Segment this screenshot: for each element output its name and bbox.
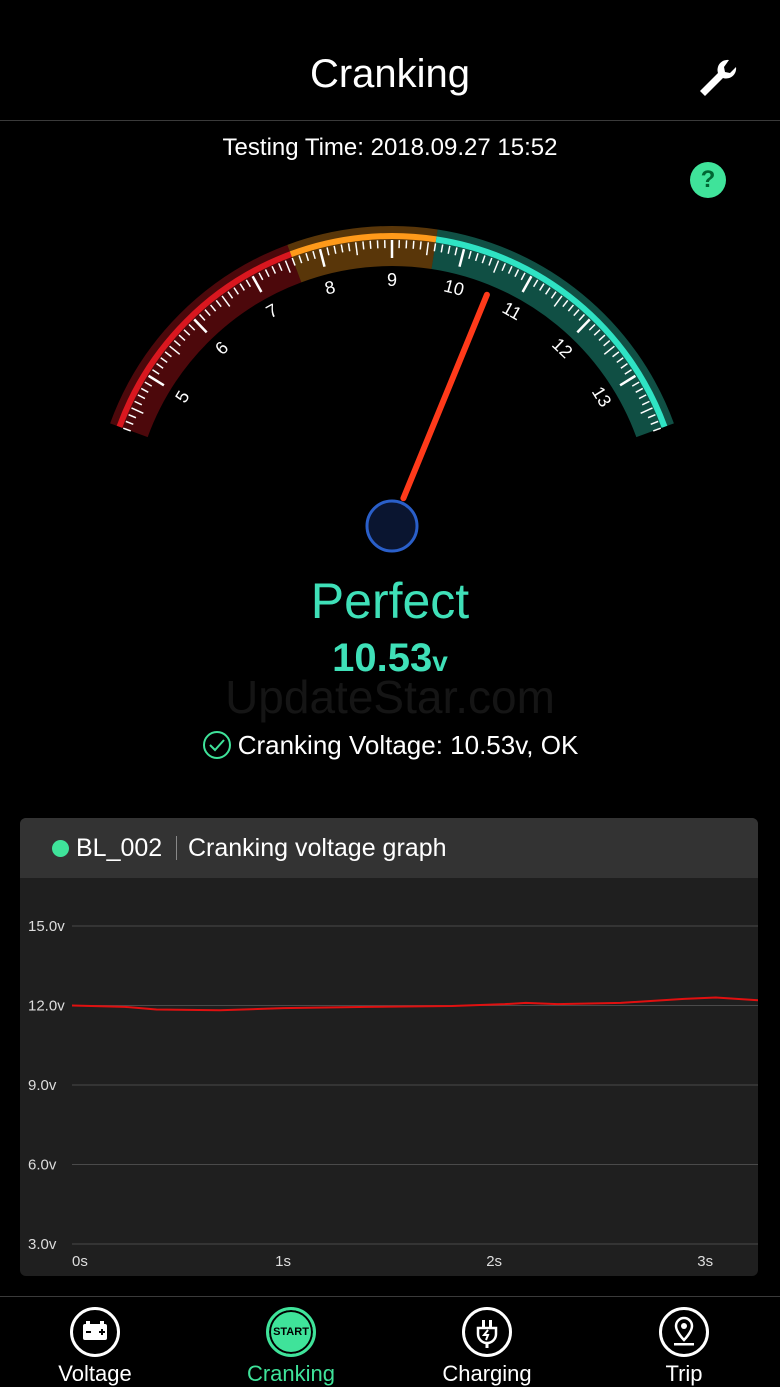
gauge-tick	[412, 240, 415, 249]
y-tick-label: 9.0v	[28, 1077, 57, 1094]
voltage-line-chart: 15.0v 12.0v 9.0v 6.0v 3.0v 0s 1s 2s 3s	[28, 918, 758, 1270]
start-icon: START	[266, 1307, 316, 1357]
gauge-tick-label: 13	[588, 383, 616, 411]
battery-icon	[70, 1307, 120, 1357]
graph-title: Cranking voltage graph	[188, 834, 447, 862]
testing-time: Testing Time: 2018.09.27 15:52	[222, 134, 558, 161]
gauge-zone-glow	[110, 244, 302, 438]
gauge-tick-label: 5	[171, 387, 193, 406]
tab-trip[interactable]: Trip	[609, 1307, 759, 1387]
location-pin-icon	[659, 1307, 709, 1357]
gauge-tick-label: 8	[323, 277, 338, 299]
y-tick-label: 12.0v	[28, 998, 65, 1015]
divider	[176, 836, 177, 860]
help-icon[interactable]: ?	[690, 162, 726, 198]
y-tick-label: 6.0v	[28, 1157, 57, 1174]
y-tick-label: 15.0v	[28, 918, 65, 935]
gauge-tick-label: 9	[387, 270, 397, 290]
gauge-tick-label: 6	[211, 337, 232, 358]
tab-charging[interactable]: Charging	[412, 1307, 562, 1387]
device-status-dot	[52, 840, 69, 857]
voltage-series-line	[71, 996, 758, 1012]
gauge-needle	[400, 291, 490, 502]
x-tick-label: 2s	[486, 1253, 502, 1270]
page-title: Cranking	[309, 52, 471, 96]
x-tick-label: 1s	[275, 1253, 291, 1270]
tab-voltage[interactable]: Voltage	[20, 1307, 170, 1387]
voltage-unit: v	[432, 646, 448, 677]
gauge-tick-label: 11	[499, 298, 525, 325]
tab-label: Voltage	[58, 1361, 132, 1386]
x-tick-label: 3s	[697, 1253, 713, 1270]
voltage-gauge: 5678 9 10111213	[110, 226, 674, 553]
device-name: BL_002	[76, 834, 163, 862]
gauge-tick	[362, 241, 365, 250]
plug-icon	[462, 1307, 512, 1357]
graph-header: BL_002 Cranking voltage graph	[20, 818, 758, 878]
bottom-tab-bar: Voltage START Cranking Charging Trip	[0, 1296, 780, 1387]
gauge-tick-label: 10	[442, 275, 466, 299]
header: Cranking	[0, 0, 780, 121]
gauge-hub	[365, 499, 419, 553]
tab-label: Cranking	[246, 1361, 336, 1386]
check-circle-icon	[202, 731, 231, 759]
x-tick-label: 0s	[72, 1253, 88, 1270]
cranking-verdict: Cranking Voltage: 10.53v, OK	[0, 730, 780, 761]
tab-label: Charging	[442, 1361, 532, 1386]
voltage-graph-card: BL_002 Cranking voltage graph 15.0v 12.0v…	[20, 818, 758, 1276]
tab-cranking[interactable]: START Cranking	[216, 1307, 366, 1387]
gauge-tick-label: 7	[263, 300, 281, 322]
gauge-tick	[369, 240, 372, 249]
tab-label: Trip	[665, 1361, 703, 1386]
status-text: Perfect	[310, 573, 470, 629]
wrench-icon[interactable]	[696, 56, 740, 100]
voltage-value: 10.53	[332, 636, 433, 680]
y-tick-label: 3.0v	[28, 1236, 57, 1253]
verdict-text: Cranking Voltage: 10.53v, OK	[237, 730, 579, 760]
start-icon-text: START	[273, 1326, 309, 1338]
gauge-tick	[419, 241, 422, 250]
voltage-reading: 10.53v	[0, 636, 780, 681]
